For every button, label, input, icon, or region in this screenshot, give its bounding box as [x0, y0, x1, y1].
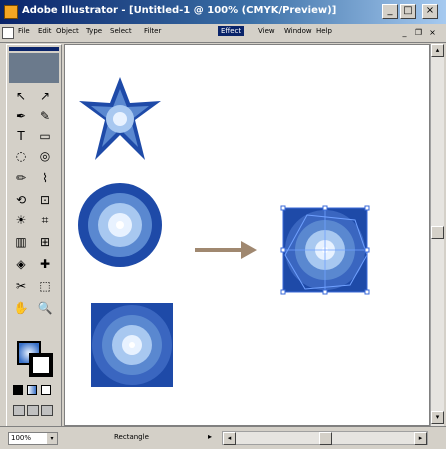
eyedropper-tool-icon[interactable]: ✚ [35, 255, 55, 273]
smooth-tool-icon[interactable]: ⌇ [35, 169, 55, 187]
window-title: Adobe Illustrator - [Untitled-1 @ 100% (… [22, 5, 337, 16]
toolbox-title-strip[interactable] [9, 47, 59, 51]
free-transform-tool-icon[interactable]: ⌗ [35, 211, 55, 229]
menu-edit[interactable]: Edit [38, 27, 52, 35]
none-mode-button[interactable] [41, 385, 51, 395]
doc-minimize-button[interactable]: _ [398, 27, 411, 39]
vertical-scroll-thumb[interactable] [431, 226, 444, 239]
menu-file[interactable]: File [18, 27, 30, 35]
gradient-tool-icon[interactable]: ◈ [11, 255, 31, 273]
selected-gradient-mesh-shape[interactable] [280, 205, 370, 295]
status-bar: 100% ▾ Rectangle ▸ ◂ ▸ [0, 426, 446, 449]
pencil-tool-icon[interactable]: ✎ [35, 107, 55, 125]
slice-tool-icon[interactable]: ⬚ [35, 277, 55, 295]
toolbox-palette: ↖ ↗ ✒ ✎ T ▭ ◌ ◎ ✏ ⌇ ⟲ ⊡ ☀ ⌗ ▥ ⊞ ◈ ✚ ✂ ⬚ … [6, 44, 62, 430]
scroll-down-button[interactable]: ▾ [431, 411, 444, 424]
status-menu-arrow-icon[interactable]: ▸ [208, 432, 212, 441]
standard-screen-mode-button[interactable] [13, 405, 25, 416]
artboard-canvas[interactable] [64, 44, 430, 426]
menu-help[interactable]: Help [316, 27, 332, 35]
mesh-tool-icon[interactable]: ⊞ [35, 233, 55, 251]
rectangle-tool-icon[interactable]: ▭ [35, 127, 55, 145]
scale-tool-icon[interactable]: ⊡ [35, 191, 55, 209]
zoom-level-field[interactable]: 100% ▾ [8, 432, 58, 445]
document-icon[interactable] [2, 27, 14, 39]
polygon-tool-icon[interactable]: ◎ [35, 147, 55, 165]
doc-close-button[interactable]: × [426, 27, 439, 39]
title-bar: Adobe Illustrator - [Untitled-1 @ 100% (… [0, 0, 446, 24]
rotate-tool-icon[interactable]: ⟲ [11, 191, 31, 209]
vertical-scrollbar[interactable]: ▴ ▾ [430, 44, 444, 426]
gradient-star-shape[interactable] [79, 77, 161, 160]
close-button[interactable]: × [422, 4, 438, 19]
illustrator-app-icon[interactable] [4, 5, 18, 19]
gradient-mode-button[interactable] [27, 385, 37, 395]
direct-selection-tool-icon[interactable]: ↗ [35, 87, 55, 105]
selection-tool-icon[interactable]: ↖ [11, 87, 31, 105]
zoom-tool-icon[interactable]: 🔍 [35, 299, 55, 317]
full-screen-menu-mode-button[interactable] [27, 405, 39, 416]
horizontal-scrollbar[interactable]: ◂ ▸ [222, 431, 428, 445]
current-tool-status: Rectangle [114, 433, 149, 441]
menu-view[interactable]: View [258, 27, 275, 35]
menu-filter[interactable]: Filter [144, 27, 161, 35]
stroke-color-swatch[interactable] [29, 353, 53, 377]
doc-restore-button[interactable]: ❐ [412, 27, 425, 39]
menu-select[interactable]: Select [110, 27, 132, 35]
horizontal-scroll-thumb[interactable] [319, 432, 332, 445]
full-screen-mode-button[interactable] [41, 405, 53, 416]
zoom-level-value: 100% [11, 434, 32, 442]
scissors-tool-icon[interactable]: ✂ [11, 277, 31, 295]
paintbrush-tool-icon[interactable]: ✏ [11, 169, 31, 187]
maximize-button[interactable]: □ [400, 4, 416, 19]
minimize-button[interactable]: _ [382, 4, 398, 19]
menu-type[interactable]: Type [86, 27, 102, 35]
menu-window[interactable]: Window [284, 27, 312, 35]
gradient-square-shape[interactable] [91, 303, 173, 387]
pen-tool-icon[interactable]: ✒ [11, 107, 31, 125]
transform-arrow-graphic [195, 241, 257, 259]
scroll-right-button[interactable]: ▸ [414, 432, 427, 445]
scroll-up-button[interactable]: ▴ [431, 44, 444, 57]
artwork-svg [78, 77, 370, 387]
color-mode-button[interactable] [13, 385, 23, 395]
graph-tool-icon[interactable]: ▥ [11, 233, 31, 251]
warp-tool-icon[interactable]: ☀ [11, 211, 31, 229]
ellipse-tool-icon[interactable]: ◌ [11, 147, 31, 165]
scroll-left-button[interactable]: ◂ [223, 432, 236, 445]
zoom-dropdown-arrow-icon[interactable]: ▾ [47, 433, 57, 444]
toolbox-splash-image [9, 53, 59, 83]
menu-object[interactable]: Object [56, 27, 79, 35]
hand-tool-icon[interactable]: ✋ [11, 299, 31, 317]
menu-effect[interactable]: Effect [218, 26, 245, 36]
type-tool-icon[interactable]: T [11, 127, 31, 145]
gradient-circle-shape[interactable] [78, 183, 162, 267]
menu-bar: File Edit Object Type Select Filter Effe… [0, 24, 446, 43]
